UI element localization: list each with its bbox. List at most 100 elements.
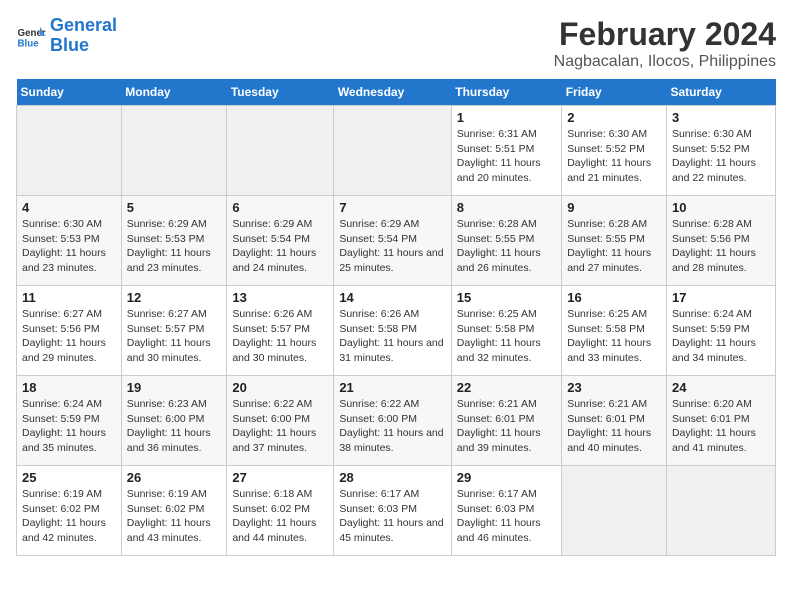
day-info: Sunrise: 6:29 AMSunset: 5:53 PMDaylight:… <box>127 217 222 276</box>
page-subtitle: Nagbacalan, Ilocos, Philippines <box>554 53 776 71</box>
day-number: 4 <box>22 200 116 215</box>
calendar-cell: 9 Sunrise: 6:28 AMSunset: 5:55 PMDaylight… <box>562 196 667 286</box>
logo-text: General Blue <box>50 16 117 56</box>
day-number: 3 <box>672 110 770 125</box>
calendar-cell <box>17 106 122 196</box>
calendar-cell: 2Sunrise: 6:30 AMSunset: 5:52 PMDaylight… <box>562 106 667 196</box>
day-info: Sunrise: 6:21 AMSunset: 6:01 PMDaylight:… <box>457 397 556 456</box>
day-info: Sunrise: 6:30 AMSunset: 5:52 PMDaylight:… <box>567 127 661 186</box>
day-number: 15 <box>457 290 556 305</box>
day-number: 29 <box>457 470 556 485</box>
day-info: Sunrise: 6:28 AMSunset: 5:55 PMDaylight:… <box>567 217 661 276</box>
day-number: 6 <box>232 200 328 215</box>
calendar-cell: 29Sunrise: 6:17 AMSunset: 6:03 PMDayligh… <box>451 466 561 556</box>
day-info: Sunrise: 6:25 AMSunset: 5:58 PMDaylight:… <box>567 307 661 366</box>
day-info: Sunrise: 6:27 AMSunset: 5:56 PMDaylight:… <box>22 307 116 366</box>
day-number: 26 <box>127 470 222 485</box>
logo: General Blue General Blue <box>16 16 117 56</box>
day-info: Sunrise: 6:21 AMSunset: 6:01 PMDaylight:… <box>567 397 661 456</box>
calendar-cell: 26 Sunrise: 6:19 AMSunset: 6:02 PMDayligh… <box>121 466 227 556</box>
calendar-cell: 15 Sunrise: 6:25 AMSunset: 5:58 PMDayligh… <box>451 286 561 376</box>
calendar-cell: 17 Sunrise: 6:24 AMSunset: 5:59 PMDayligh… <box>666 286 775 376</box>
calendar-cell: 3 Sunrise: 6:30 AMSunset: 5:52 PMDaylight… <box>666 106 775 196</box>
calendar-cell: 13Sunrise: 6:26 AMSunset: 5:57 PMDayligh… <box>227 286 334 376</box>
calendar-cell: 25Sunrise: 6:19 AMSunset: 6:02 PMDayligh… <box>17 466 122 556</box>
calendar-cell: 24Sunrise: 6:20 AMSunset: 6:01 PMDayligh… <box>666 376 775 466</box>
logo-line2: Blue <box>50 35 89 55</box>
day-number: 22 <box>457 380 556 395</box>
day-info: Sunrise: 6:31 AMSunset: 5:51 PMDaylight:… <box>457 127 556 186</box>
calendar-cell: 21 Sunrise: 6:22 AMSunset: 6:00 PMDayligh… <box>334 376 451 466</box>
calendar-cell <box>562 466 667 556</box>
day-number: 7 <box>339 200 445 215</box>
day-number: 17 <box>672 290 770 305</box>
calendar-cell: 28Sunrise: 6:17 AMSunset: 6:03 PMDayligh… <box>334 466 451 556</box>
calendar-cell: 11Sunrise: 6:27 AMSunset: 5:56 PMDayligh… <box>17 286 122 376</box>
day-info: Sunrise: 6:26 AMSunset: 5:58 PMDaylight:… <box>339 307 445 366</box>
day-info: Sunrise: 6:22 AMSunset: 6:00 PMDaylight:… <box>339 397 445 456</box>
calendar-table: SundayMondayTuesdayWednesdayThursdayFrid… <box>16 79 776 556</box>
day-number: 19 <box>127 380 222 395</box>
calendar-cell: 4 Sunrise: 6:30 AMSunset: 5:53 PMDaylight… <box>17 196 122 286</box>
calendar-cell: 22 Sunrise: 6:21 AMSunset: 6:01 PMDayligh… <box>451 376 561 466</box>
calendar-cell: 12Sunrise: 6:27 AMSunset: 5:57 PMDayligh… <box>121 286 227 376</box>
day-info: Sunrise: 6:28 AMSunset: 5:55 PMDaylight:… <box>457 217 556 276</box>
col-header-sunday: Sunday <box>17 79 122 106</box>
day-number: 8 <box>457 200 556 215</box>
calendar-cell: 23 Sunrise: 6:21 AMSunset: 6:01 PMDayligh… <box>562 376 667 466</box>
page-title: February 2024 <box>554 16 776 53</box>
svg-text:Blue: Blue <box>18 38 40 49</box>
day-info: Sunrise: 6:28 AMSunset: 5:56 PMDaylight:… <box>672 217 770 276</box>
day-info: Sunrise: 6:24 AMSunset: 5:59 PMDaylight:… <box>22 397 116 456</box>
day-number: 18 <box>22 380 116 395</box>
day-number: 10 <box>672 200 770 215</box>
calendar-cell <box>121 106 227 196</box>
day-info: Sunrise: 6:29 AMSunset: 5:54 PMDaylight:… <box>232 217 328 276</box>
day-info: Sunrise: 6:27 AMSunset: 5:57 PMDaylight:… <box>127 307 222 366</box>
calendar-cell: 20Sunrise: 6:22 AMSunset: 6:00 PMDayligh… <box>227 376 334 466</box>
day-info: Sunrise: 6:19 AMSunset: 6:02 PMDaylight:… <box>22 487 116 546</box>
col-header-tuesday: Tuesday <box>227 79 334 106</box>
calendar-header-row: SundayMondayTuesdayWednesdayThursdayFrid… <box>17 79 776 106</box>
calendar-cell: 10 Sunrise: 6:28 AMSunset: 5:56 PMDayligh… <box>666 196 775 286</box>
day-number: 21 <box>339 380 445 395</box>
day-number: 23 <box>567 380 661 395</box>
day-number: 1 <box>457 110 556 125</box>
calendar-cell: 14 Sunrise: 6:26 AMSunset: 5:58 PMDayligh… <box>334 286 451 376</box>
day-number: 13 <box>232 290 328 305</box>
calendar-cell: 1 Sunrise: 6:31 AMSunset: 5:51 PMDaylight… <box>451 106 561 196</box>
week-row-3: 18 Sunrise: 6:24 AMSunset: 5:59 PMDayligh… <box>17 376 776 466</box>
calendar-cell: 27Sunrise: 6:18 AMSunset: 6:02 PMDayligh… <box>227 466 334 556</box>
calendar-cell <box>334 106 451 196</box>
day-number: 27 <box>232 470 328 485</box>
week-row-2: 11Sunrise: 6:27 AMSunset: 5:56 PMDayligh… <box>17 286 776 376</box>
col-header-wednesday: Wednesday <box>334 79 451 106</box>
day-info: Sunrise: 6:19 AMSunset: 6:02 PMDaylight:… <box>127 487 222 546</box>
calendar-cell: 18 Sunrise: 6:24 AMSunset: 5:59 PMDayligh… <box>17 376 122 466</box>
day-info: Sunrise: 6:24 AMSunset: 5:59 PMDaylight:… <box>672 307 770 366</box>
day-number: 16 <box>567 290 661 305</box>
day-number: 28 <box>339 470 445 485</box>
week-row-4: 25Sunrise: 6:19 AMSunset: 6:02 PMDayligh… <box>17 466 776 556</box>
calendar-cell <box>227 106 334 196</box>
day-info: Sunrise: 6:30 AMSunset: 5:53 PMDaylight:… <box>22 217 116 276</box>
day-info: Sunrise: 6:25 AMSunset: 5:58 PMDaylight:… <box>457 307 556 366</box>
day-number: 14 <box>339 290 445 305</box>
col-header-saturday: Saturday <box>666 79 775 106</box>
day-info: Sunrise: 6:30 AMSunset: 5:52 PMDaylight:… <box>672 127 770 186</box>
week-row-1: 4 Sunrise: 6:30 AMSunset: 5:53 PMDaylight… <box>17 196 776 286</box>
col-header-monday: Monday <box>121 79 227 106</box>
logo-line1: General <box>50 15 117 35</box>
day-number: 9 <box>567 200 661 215</box>
title-area: February 2024 Nagbacalan, Ilocos, Philip… <box>554 16 776 71</box>
week-row-0: 1 Sunrise: 6:31 AMSunset: 5:51 PMDaylight… <box>17 106 776 196</box>
day-number: 24 <box>672 380 770 395</box>
calendar-cell: 6 Sunrise: 6:29 AMSunset: 5:54 PMDaylight… <box>227 196 334 286</box>
day-info: Sunrise: 6:23 AMSunset: 6:00 PMDaylight:… <box>127 397 222 456</box>
col-header-friday: Friday <box>562 79 667 106</box>
calendar-cell: 16 Sunrise: 6:25 AMSunset: 5:58 PMDayligh… <box>562 286 667 376</box>
day-info: Sunrise: 6:29 AMSunset: 5:54 PMDaylight:… <box>339 217 445 276</box>
day-number: 20 <box>232 380 328 395</box>
logo-icon: General Blue <box>16 21 46 51</box>
calendar-cell: 19 Sunrise: 6:23 AMSunset: 6:00 PMDayligh… <box>121 376 227 466</box>
